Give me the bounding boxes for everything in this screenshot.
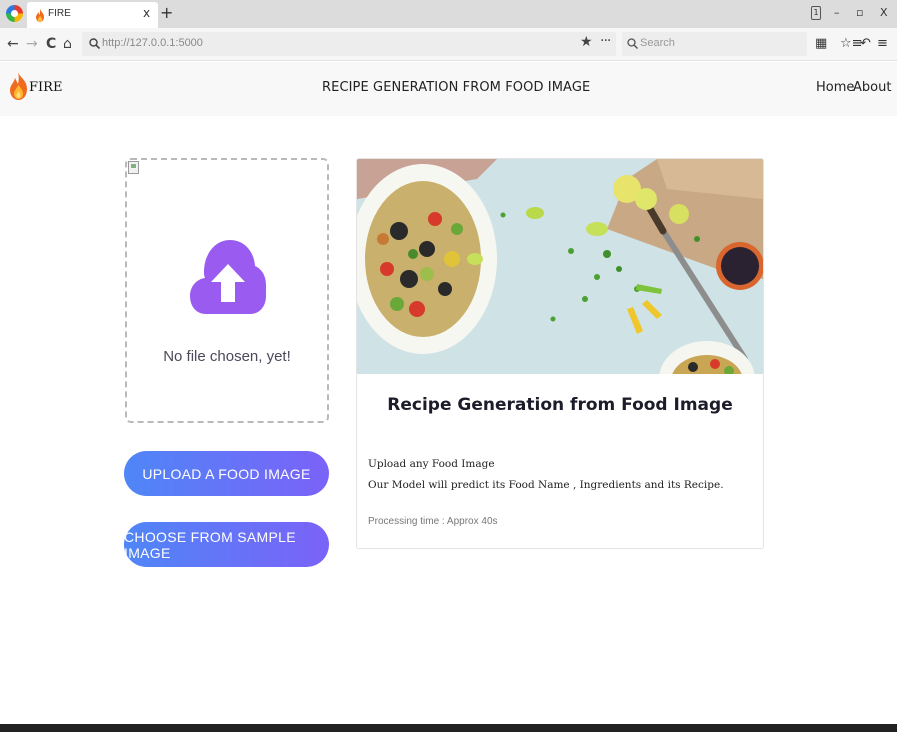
upload-drop-area[interactable]: No file chosen, yet! bbox=[125, 158, 329, 423]
nav-link-home[interactable]: Home bbox=[816, 80, 854, 95]
card-description-line-2: Our Model will predict its Food Name , I… bbox=[368, 479, 724, 491]
file-status-text: No file chosen, yet! bbox=[163, 348, 291, 365]
cloud-upload-icon bbox=[190, 240, 266, 314]
site-header: FIRE RECIPE GENERATION FROM FOOD IMAGE H… bbox=[0, 62, 897, 116]
processing-time-note: Processing time : Approx 40s bbox=[368, 516, 498, 527]
restore-button[interactable]: ▫ bbox=[856, 6, 863, 19]
forward-button[interactable]: → bbox=[26, 36, 38, 52]
url-bar[interactable]: http://127.0.0.1:5000 ★ ··· bbox=[82, 32, 616, 56]
reload-button[interactable]: C bbox=[46, 36, 56, 52]
window-count-badge[interactable]: 1 bbox=[811, 6, 821, 20]
browser-nav-bar: ← → C ⌂ http://127.0.0.1:5000 ★ ··· Sear… bbox=[0, 28, 897, 61]
nav-link-about[interactable]: About bbox=[853, 80, 891, 95]
browser-search-bar[interactable]: Search bbox=[622, 32, 807, 56]
undo-icon[interactable]: ↶ bbox=[860, 36, 871, 52]
search-icon bbox=[89, 38, 100, 49]
library-icon[interactable]: ▦ bbox=[815, 36, 827, 52]
brand-name[interactable]: FIRE bbox=[29, 80, 62, 95]
search-placeholder: Search bbox=[640, 37, 675, 49]
choose-sample-image-button[interactable]: CHOOSE FROM SAMPLE IMAGE bbox=[124, 522, 329, 567]
food-hero-image bbox=[357, 159, 763, 374]
close-window-button[interactable]: X bbox=[880, 6, 888, 19]
home-button[interactable]: ⌂ bbox=[63, 36, 72, 52]
bookmark-star-icon[interactable]: ★ bbox=[580, 34, 593, 50]
back-button[interactable]: ← bbox=[7, 36, 19, 52]
card-description-line-1: Upload any Food Image bbox=[368, 458, 495, 470]
tab-title: FIRE bbox=[48, 8, 71, 19]
browser-logo-icon bbox=[6, 5, 23, 22]
info-card: Recipe Generation from Food Image Upload… bbox=[356, 158, 764, 549]
tab-close-icon[interactable]: x bbox=[143, 6, 150, 20]
broken-image-icon bbox=[128, 161, 139, 174]
search-icon bbox=[627, 38, 638, 49]
new-tab-button[interactable]: + bbox=[160, 3, 173, 22]
card-title: Recipe Generation from Food Image bbox=[387, 395, 733, 415]
minimize-button[interactable]: – bbox=[834, 6, 840, 19]
flame-logo-icon[interactable] bbox=[9, 72, 28, 100]
flame-favicon-icon bbox=[36, 9, 44, 22]
hamburger-menu-icon[interactable]: ≡ bbox=[877, 36, 888, 52]
page-title: RECIPE GENERATION FROM FOOD IMAGE bbox=[322, 80, 591, 95]
browser-tab[interactable]: FIRE x bbox=[27, 2, 158, 28]
browser-tab-bar: FIRE x + 1 – ▫ X bbox=[0, 0, 897, 28]
upload-food-image-button[interactable]: UPLOAD A FOOD IMAGE bbox=[124, 451, 329, 496]
page-actions-icon[interactable]: ··· bbox=[600, 33, 611, 49]
os-taskbar bbox=[0, 724, 897, 732]
url-text[interactable]: http://127.0.0.1:5000 bbox=[102, 37, 203, 49]
